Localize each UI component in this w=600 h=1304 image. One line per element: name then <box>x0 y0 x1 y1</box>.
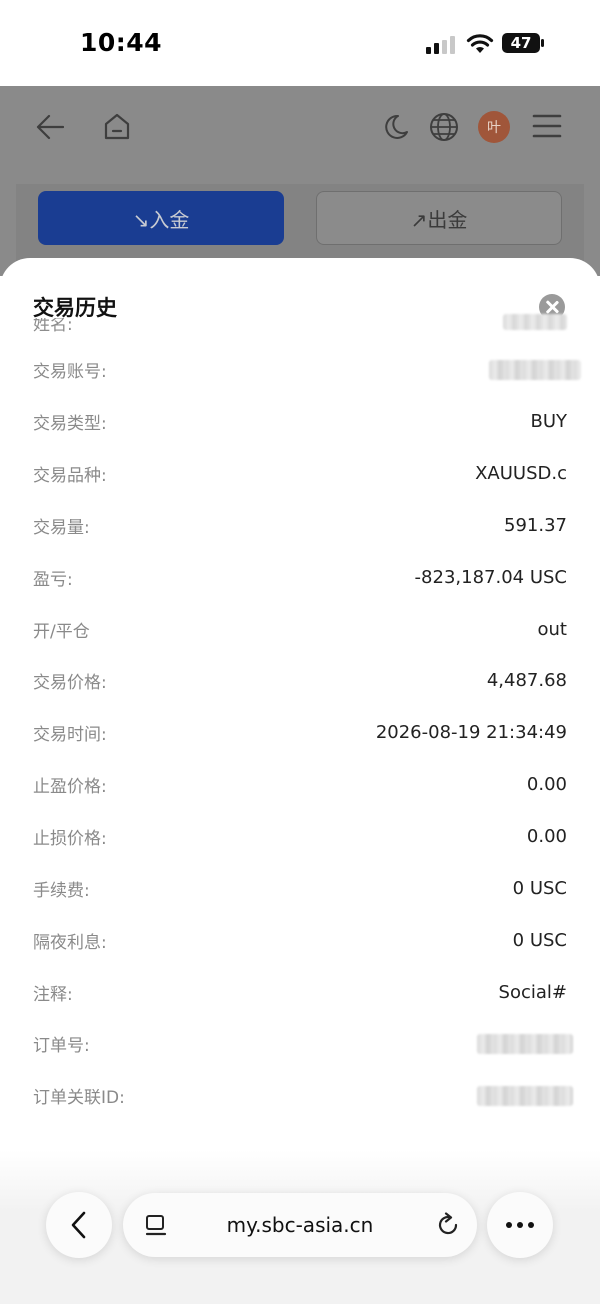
back-arrow-icon <box>36 114 64 140</box>
url-text: my.sbc-asia.cn <box>226 1213 374 1237</box>
row-label: 交易品种: <box>33 466 107 487</box>
detail-row: 订单关联ID: <box>33 1070 573 1122</box>
user-avatar: 叶 <box>478 111 510 143</box>
detail-row: 隔夜利息: 0 USC <box>33 914 567 966</box>
cellular-signal-icon <box>426 36 455 54</box>
row-label: 订单号: <box>33 1036 90 1057</box>
row-value: 0.00 <box>526 774 567 796</box>
row-label: 手续费: <box>33 880 90 901</box>
row-label: 姓名: <box>33 318 73 332</box>
row-label: 交易类型: <box>33 414 107 435</box>
row-label: 交易时间: <box>33 725 107 746</box>
row-label: 止损价格: <box>33 829 107 850</box>
detail-row: 交易时间: 2026-08-19 21:34:49 <box>33 707 567 759</box>
row-value: 0 USC <box>512 877 567 899</box>
row-value: -823,187.04 USC <box>414 566 567 588</box>
redacted-value <box>503 314 567 330</box>
row-label: 开/平仓 <box>33 621 90 642</box>
detail-list: 交易账号: 交易类型: BUY 交易品种: XAUUSD.c 交易量: 591.… <box>33 344 581 1122</box>
detail-row: 盈亏: -823,187.04 USC <box>33 551 567 603</box>
row-label: 盈亏: <box>33 569 73 590</box>
row-label: 止盈价格: <box>33 777 107 798</box>
row-value: 0 USC <box>512 929 567 951</box>
row-label: 隔夜利息: <box>33 932 107 953</box>
row-label: 交易账号: <box>33 362 107 383</box>
row-value: Social# <box>498 981 567 1003</box>
home-icon <box>104 113 130 140</box>
row-label: 交易价格: <box>33 673 107 694</box>
status-time: 10:44 <box>80 28 163 57</box>
row-value: 591.37 <box>504 514 567 536</box>
detail-row: 交易价格: 4,487.68 <box>33 655 567 707</box>
detail-row: 订单号: <box>33 1018 573 1070</box>
row-value: out <box>537 618 567 640</box>
more-dots-icon <box>506 1222 534 1228</box>
chevron-left-icon <box>71 1211 86 1239</box>
battery-level: 47 <box>510 34 532 52</box>
detail-row: 交易类型: BUY <box>33 396 567 448</box>
row-label: 交易量: <box>33 517 90 538</box>
reload-icon[interactable] <box>435 1212 461 1238</box>
row-label: 注释: <box>33 984 73 1005</box>
detail-row: 止盈价格: 0.00 <box>33 759 567 811</box>
redacted-value <box>477 1033 573 1054</box>
redacted-value <box>489 359 581 380</box>
battery-icon: 47 <box>502 33 544 53</box>
detail-row: 交易账号: <box>33 344 581 396</box>
address-bar[interactable]: my.sbc-asia.cn <box>123 1193 477 1257</box>
more-options-button[interactable] <box>487 1192 553 1258</box>
clipped-name-row: 姓名: <box>33 318 567 332</box>
row-value: 4,487.68 <box>486 670 567 692</box>
row-value: 2026-08-19 21:34:49 <box>375 722 567 744</box>
dark-mode-moon-icon <box>385 114 408 139</box>
detail-row: 手续费: 0 USC <box>33 862 567 914</box>
row-value: 0.00 <box>526 826 567 848</box>
detail-row: 注释: Social# <box>33 966 567 1018</box>
redacted-value <box>477 1085 573 1106</box>
row-value: BUY <box>530 411 567 433</box>
deposit-button: ↘入金 <box>38 191 284 245</box>
detail-row: 交易品种: XAUUSD.c <box>33 448 567 500</box>
detail-row: 开/平仓 out <box>33 603 567 655</box>
detail-row: 交易量: 591.37 <box>33 500 567 552</box>
row-value: XAUUSD.c <box>475 463 567 485</box>
status-bar: 10:44 47 <box>0 0 600 86</box>
wifi-icon <box>466 34 494 53</box>
detail-row: 止损价格: 0.00 <box>33 811 567 863</box>
withdraw-button: ↗出金 <box>316 191 562 245</box>
row-label: 订单关联ID: <box>33 1088 125 1109</box>
globe-language-icon <box>430 113 458 141</box>
hamburger-menu-icon <box>532 114 562 138</box>
browser-back-button[interactable] <box>46 1192 112 1258</box>
